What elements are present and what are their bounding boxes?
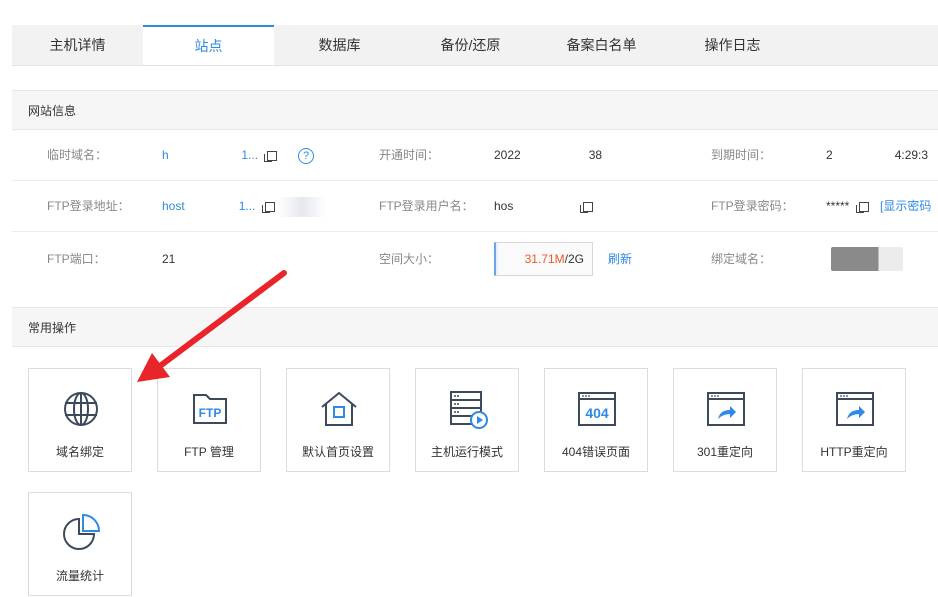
tile-label: FTP 管理 — [184, 445, 234, 459]
ftp-pwd-value: ***** [显示密码 — [826, 181, 931, 231]
expire-time-label: 到期时间： — [711, 148, 772, 162]
temp-domain-label: 临时域名： — [47, 148, 108, 162]
tile-label: 404错误页面 — [561, 445, 631, 459]
help-icon[interactable]: ? — [298, 147, 315, 164]
space-total: /2G — [564, 252, 584, 266]
ftp-addr-label: FTP登录地址： — [47, 199, 130, 213]
ftp-user-value: hos — [494, 181, 593, 231]
tile-label: 流量统计 — [55, 569, 104, 583]
space-used: 31.71M — [524, 252, 565, 266]
redacted-mask — [831, 247, 903, 271]
tab-bar: 主机详情 站点 数据库 备份/还原 备案白名单 操作日志 — [12, 25, 938, 66]
tile-ftp-management[interactable]: FTP FTP 管理 — [157, 368, 261, 472]
temp-domain-suffix[interactable]: 1... — [241, 148, 258, 162]
home-icon — [321, 391, 357, 426]
expire-time-value: 2 4:29:3 — [826, 130, 928, 180]
tile-404-page[interactable]: 404 404错误页面 — [544, 368, 648, 472]
expire-time-suffix: 4:29:3 — [894, 148, 929, 162]
ftp-user-text: hos — [494, 199, 514, 213]
ftp-port-label: FTP端口： — [47, 252, 106, 266]
tile-traffic-stats[interactable]: 流量统计 — [28, 492, 132, 596]
common-ops-header: 常用操作 — [12, 307, 938, 347]
tile-default-homepage[interactable]: 默认首页设置 — [286, 368, 390, 472]
server-play-icon — [450, 391, 488, 429]
info-row-2: FTP登录地址： host 1... FTP登录用户名： hos FTP登录密码：… — [12, 181, 938, 232]
tab-operation-log[interactable]: 操作日志 — [667, 25, 798, 65]
space-usage-text: 31.71M/2G — [525, 243, 584, 275]
temp-domain-value[interactable]: h 1... ? — [162, 130, 315, 180]
ftp-pwd-label: FTP登录密码： — [711, 199, 794, 213]
redacted-mask — [172, 148, 239, 163]
tab-sites[interactable]: 站点 — [143, 25, 274, 65]
404-page-icon: 404 — [578, 392, 616, 426]
temp-domain-link[interactable]: h — [162, 148, 169, 162]
ftp-user-label: FTP登录用户名： — [379, 199, 474, 213]
open-time-label: 开通时间： — [379, 148, 440, 162]
tile-label: 默认首页设置 — [301, 445, 374, 459]
tab-backup-restore[interactable]: 备份/还原 — [405, 25, 536, 65]
redacted-mask — [832, 148, 895, 163]
copy-icon[interactable] — [264, 150, 278, 162]
svg-text:FTP: FTP — [199, 406, 222, 420]
tile-label: HTTP重定向 — [820, 445, 888, 459]
copy-icon[interactable] — [855, 201, 869, 213]
copy-icon[interactable] — [261, 201, 275, 213]
refresh-link[interactable]: 刷新 — [608, 232, 632, 286]
open-time-value: 2022 38 — [494, 130, 602, 180]
globe-icon — [64, 392, 98, 426]
ftp-addr-value[interactable]: host 1... — [162, 181, 327, 231]
copy-icon[interactable] — [579, 201, 593, 213]
info-row-1: 临时域名： h 1... ? 开通时间： 2022 38 到期时间： 2 4:29:… — [12, 130, 938, 181]
redacted-mask — [278, 196, 327, 217]
show-password-link[interactable]: [显示密码 — [880, 199, 931, 213]
bind-domain-label: 绑定域名： — [711, 252, 772, 266]
redirect-icon — [836, 392, 874, 426]
pie-chart-icon — [63, 513, 101, 550]
tile-301-redirect[interactable]: 301重定向 — [673, 368, 777, 472]
open-time-suffix: 38 — [588, 148, 603, 162]
tile-label: 301重定向 — [696, 445, 754, 459]
open-time-prefix: 2022 — [494, 148, 521, 162]
expire-time-prefix: 2 — [826, 148, 833, 162]
redacted-mask — [520, 148, 589, 163]
tile-domain-binding[interactable]: 域名绑定 — [28, 368, 132, 472]
tile-label: 域名绑定 — [55, 445, 104, 459]
ftp-folder-icon: FTP — [193, 394, 227, 424]
redacted-mask — [513, 199, 574, 214]
ftp-pwd-text: ***** — [826, 199, 850, 213]
ftp-addr-suffix[interactable]: 1... — [239, 199, 256, 213]
svg-text:404: 404 — [585, 405, 609, 421]
tab-filing-whitelist[interactable]: 备案白名单 — [536, 25, 667, 65]
space-label: 空间大小： — [379, 252, 440, 266]
tile-label: 主机运行模式 — [430, 445, 503, 459]
site-info-header: 网站信息 — [12, 90, 938, 130]
space-usage-bar: 31.71M/2G — [494, 242, 593, 276]
info-row-3: FTP端口： 21 空间大小： 31.71M/2G 刷新 绑定域名： — [12, 232, 938, 286]
tile-host-run-mode[interactable]: 主机运行模式 — [415, 368, 519, 472]
ftp-addr-link[interactable]: host — [162, 199, 185, 213]
redirect-icon — [707, 392, 745, 426]
ftp-port-value: 21 — [162, 252, 176, 266]
tab-database[interactable]: 数据库 — [274, 25, 405, 65]
tile-http-redirect[interactable]: HTTP重定向 — [802, 368, 906, 472]
redacted-mask — [184, 199, 239, 214]
tab-host-details[interactable]: 主机详情 — [12, 25, 143, 65]
